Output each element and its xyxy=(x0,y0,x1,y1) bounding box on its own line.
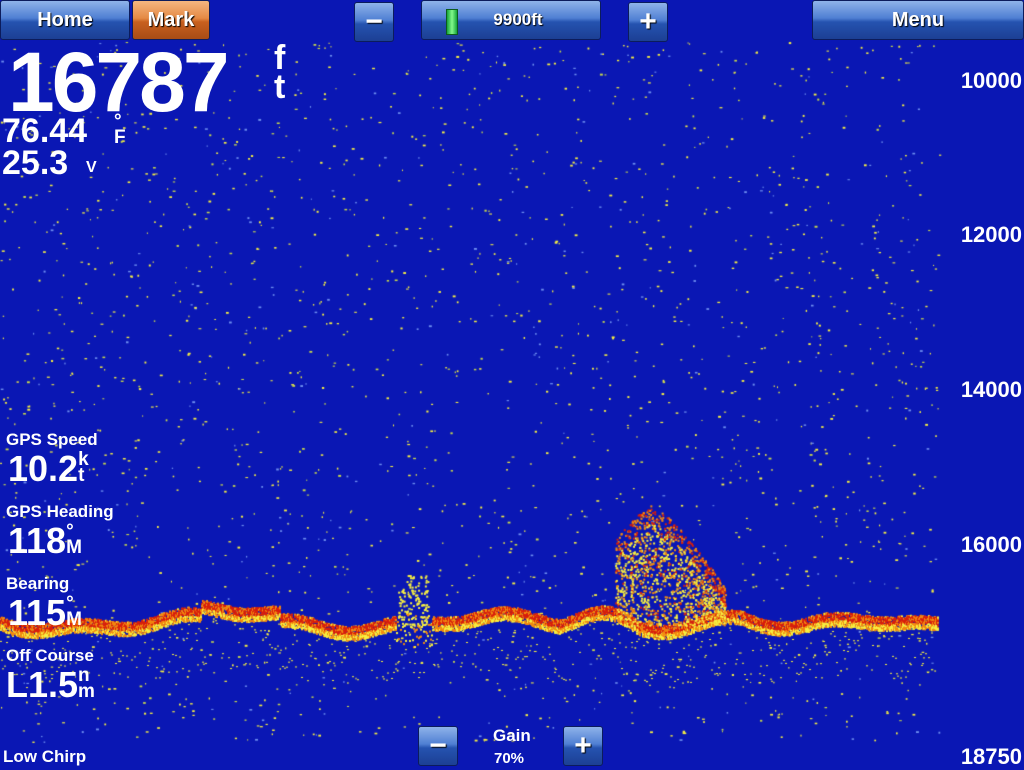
menu-button[interactable]: Menu xyxy=(812,0,1024,40)
bearing-field[interactable]: 115 ° M xyxy=(8,592,82,634)
range-increase-button[interactable]: + xyxy=(628,2,668,42)
off-course-label: Off Course xyxy=(6,646,94,665)
depth-scale-label: 12000 xyxy=(960,222,1022,247)
off-course-value: L1.5 xyxy=(6,664,79,705)
depth-scale-label: 14000 xyxy=(960,377,1022,402)
depth-unit: f t xyxy=(274,41,286,106)
gps-speed-label: GPS Speed xyxy=(6,430,98,449)
off-course-unit-bottom: m xyxy=(78,681,95,703)
gain-increase-button[interactable]: + xyxy=(563,726,603,766)
bearing-unit-bottom: M xyxy=(66,609,82,631)
depth-unit-bottom: t xyxy=(274,67,286,106)
gain-value: 70% xyxy=(494,750,525,767)
gps-heading-value: 118 xyxy=(8,520,67,561)
bearing-label: Bearing xyxy=(6,574,70,593)
gps-speed-value: 10.2 xyxy=(8,448,79,489)
range-level-icon xyxy=(446,9,458,35)
range-value: 9900ft xyxy=(493,10,543,29)
gps-speed-unit-bottom: t xyxy=(78,465,85,487)
voltage-unit: V xyxy=(86,159,97,176)
sonar-frequency-mode: Low Chirp xyxy=(3,747,87,766)
depth-scale-label: 18750 xyxy=(960,744,1022,769)
water-temp-unit: ° F xyxy=(114,112,126,149)
gain-label: Gain xyxy=(493,726,531,745)
range-decrease-button[interactable]: − xyxy=(354,2,394,42)
gps-heading-field[interactable]: 118 ° M xyxy=(8,520,82,562)
water-temp-unit-letter: F xyxy=(114,127,126,149)
depth-scale-label: 16000 xyxy=(960,532,1022,557)
range-indicator[interactable]: 9900ft xyxy=(421,0,601,40)
gps-heading-unit-bottom: M xyxy=(66,537,82,559)
gps-heading-label: GPS Heading xyxy=(6,502,114,521)
voltage-value: 25.3 xyxy=(2,144,69,182)
off-course-field[interactable]: L1.5 n m xyxy=(6,664,95,706)
gain-decrease-button[interactable]: − xyxy=(418,726,458,766)
bearing-value: 115 xyxy=(8,592,67,633)
gps-speed-field[interactable]: 10.2 k t xyxy=(8,448,89,490)
depth-scale-label: 10000 xyxy=(960,68,1022,93)
